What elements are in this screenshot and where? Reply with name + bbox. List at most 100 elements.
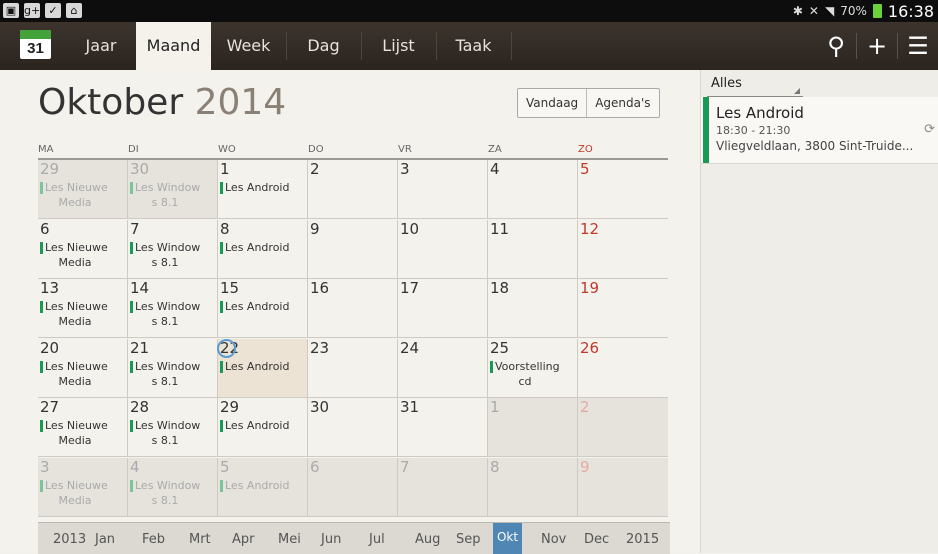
month-strip-item[interactable]: Mei (278, 532, 301, 547)
day-number: 5 (220, 457, 230, 476)
month-strip-item[interactable]: Jun (321, 532, 341, 547)
day-cell[interactable]: 1 Les Android (218, 160, 308, 219)
day-cell[interactable]: 18 (488, 279, 578, 338)
event-chip[interactable]: Les Android (220, 359, 300, 374)
day-number: 8 (220, 219, 230, 238)
month-strip-item[interactable]: Aug (415, 532, 440, 547)
month-strip-item[interactable]: Okt (493, 523, 522, 554)
today-button[interactable]: Vandaag (518, 89, 586, 117)
month-strip-item[interactable]: Jan (95, 532, 115, 547)
day-cell[interactable]: 3 Les Nieuwe Media (38, 457, 128, 517)
day-cell[interactable]: 7 (398, 457, 488, 517)
event-color-bar (40, 360, 43, 373)
month-strip-item[interactable]: Nov (541, 532, 566, 547)
day-cell[interactable]: 27 Les Nieuwe Media (38, 398, 128, 457)
battery-icon (872, 4, 882, 18)
month-strip-item[interactable]: Sep (456, 532, 481, 547)
day-cell[interactable]: 24 (398, 338, 488, 398)
event-chip[interactable]: Les Nieuwe Media (40, 180, 120, 210)
day-cell[interactable]: 5 (578, 160, 668, 219)
day-cell[interactable]: 25 Voorstelling cd (488, 338, 578, 398)
day-cell[interactable]: 8 (488, 457, 578, 517)
event-chip[interactable]: Les Window s 8.1 (130, 240, 210, 270)
add-event-button[interactable]: + (857, 22, 897, 70)
day-cell[interactable]: 2 (578, 398, 668, 457)
day-cell[interactable]: 20 Les Nieuwe Media (38, 338, 128, 398)
event-chip[interactable]: Les Android (220, 418, 300, 433)
month-strip-item[interactable]: 2015 (626, 532, 659, 547)
day-cell[interactable]: 3 (398, 160, 488, 219)
event-chip[interactable]: Les Window s 8.1 (130, 299, 210, 329)
event-chip[interactable]: Les Android (220, 478, 300, 493)
day-cell[interactable]: 21 Les Window s 8.1 (128, 338, 218, 398)
calendar-app-icon[interactable]: 31 (20, 30, 51, 59)
month-strip-item[interactable]: Apr (232, 532, 255, 547)
day-cell[interactable]: 6 Les Nieuwe Media (38, 219, 128, 279)
day-cell[interactable]: 29 Les Nieuwe Media (38, 160, 128, 219)
event-item[interactable]: Les Android 18:30 - 21:30 Vliegveldlaan,… (701, 97, 938, 164)
month-strip-item[interactable]: 2013 (53, 532, 86, 547)
event-chip[interactable]: Les Nieuwe Media (40, 478, 120, 508)
day-cell[interactable]: 6 (308, 457, 398, 517)
day-cell[interactable]: 16 (308, 279, 398, 338)
day-cell[interactable]: 28 Les Window s 8.1 (128, 398, 218, 457)
day-number: 30 (130, 160, 150, 178)
tab-lijst[interactable]: Lijst (361, 22, 436, 70)
calendar-filter-dropdown[interactable]: Alles (707, 72, 803, 97)
calendars-button[interactable]: Agenda's (587, 89, 658, 117)
day-cell[interactable]: 14 Les Window s 8.1 (128, 279, 218, 338)
day-number: 2 (580, 398, 590, 416)
day-cell[interactable]: 1 (488, 398, 578, 457)
day-cell[interactable]: 31 (398, 398, 488, 457)
event-chip[interactable]: Les Window s 8.1 (130, 418, 210, 448)
day-cell[interactable]: 23 (308, 338, 398, 398)
day-cell[interactable]: 9 (578, 457, 668, 517)
event-label-cont: s 8.1 (151, 493, 179, 507)
tab-maand[interactable]: Maand (136, 22, 211, 70)
event-chip[interactable]: Les Android (220, 180, 300, 195)
event-chip[interactable]: Les Nieuwe Media (40, 418, 120, 448)
day-cell[interactable]: 30 Les Window s 8.1 (128, 160, 218, 219)
day-cell[interactable]: 11 (488, 219, 578, 279)
day-cell[interactable]: 4 Les Window s 8.1 (128, 457, 218, 517)
event-chip[interactable]: Les Android (220, 240, 300, 255)
month-strip-item[interactable]: Feb (142, 532, 165, 547)
tab-dag[interactable]: Dag (286, 22, 361, 70)
day-cell[interactable]: 22 Les Android (217, 338, 308, 398)
month-strip-item[interactable]: Mrt (189, 532, 211, 547)
tab-taak[interactable]: Taak (436, 22, 511, 70)
month-name: Oktober (38, 82, 184, 123)
day-cell[interactable]: 2 (308, 160, 398, 219)
tab-week[interactable]: Week (211, 22, 286, 70)
event-chip[interactable]: Les Nieuwe Media (40, 359, 120, 389)
event-chip[interactable]: Les Android (220, 299, 300, 314)
search-button[interactable]: ⚲ (816, 22, 856, 70)
day-cell[interactable]: 7 Les Window s 8.1 (128, 219, 218, 279)
menu-button[interactable]: ☰ (898, 22, 938, 70)
day-cell[interactable]: 5 Les Android (218, 457, 308, 517)
day-cell[interactable]: 30 (308, 398, 398, 457)
day-number: 1 (490, 398, 500, 416)
event-chip[interactable]: Les Nieuwe Media (40, 299, 120, 329)
day-cell[interactable]: 13 Les Nieuwe Media (38, 279, 128, 338)
day-cell[interactable]: 15 Les Android (218, 279, 308, 338)
day-cell[interactable]: 8 Les Android (218, 219, 308, 279)
event-color-bar (130, 182, 133, 194)
event-chip[interactable]: Les Window s 8.1 (130, 478, 210, 508)
day-cell[interactable]: 4 (488, 160, 578, 219)
day-cell[interactable]: 29 Les Android (218, 398, 308, 457)
day-cell[interactable]: 26 (578, 339, 668, 398)
month-strip-item[interactable]: Jul (369, 532, 385, 547)
event-chip[interactable]: Voorstelling cd (490, 359, 570, 389)
day-cell[interactable]: 12 (578, 220, 668, 279)
day-cell[interactable]: 10 (398, 219, 488, 279)
day-cell[interactable]: 19 (578, 279, 668, 338)
day-number: 9 (310, 219, 320, 238)
tab-jaar[interactable]: Jaar (66, 22, 136, 70)
day-cell[interactable]: 9 (308, 219, 398, 279)
event-chip[interactable]: Les Nieuwe Media (40, 240, 120, 270)
day-cell[interactable]: 17 (398, 279, 488, 338)
event-chip[interactable]: Les Window s 8.1 (130, 180, 210, 210)
event-chip[interactable]: Les Window s 8.1 (130, 359, 210, 389)
month-strip-item[interactable]: Dec (584, 532, 609, 547)
